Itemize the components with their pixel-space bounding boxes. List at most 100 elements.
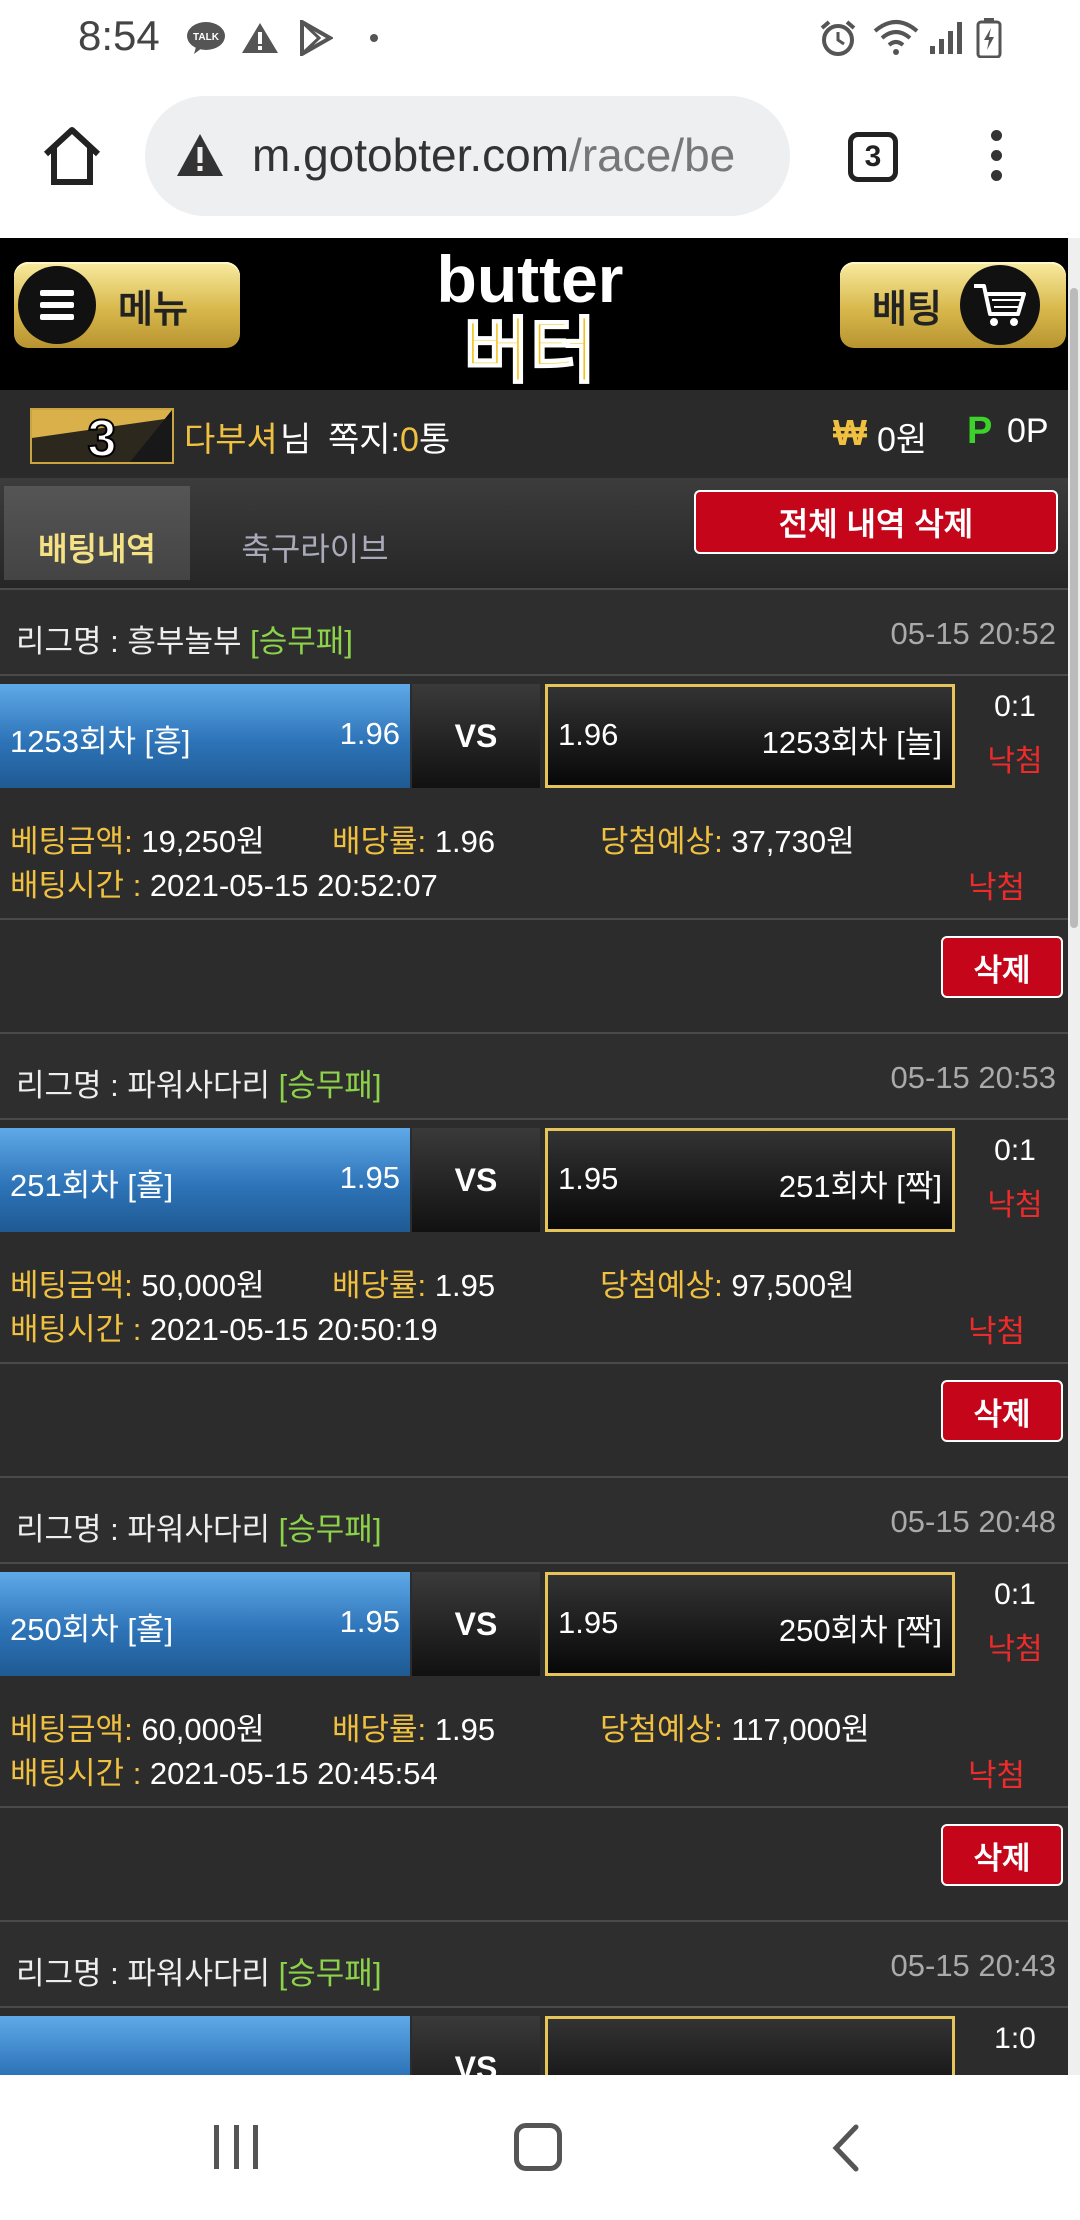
browser-toolbar: m.gotobter.com/race/be 3 <box>0 78 1080 238</box>
site-logo[interactable]: butter 버터 <box>380 242 680 393</box>
bet-time: 배팅시간 : 2021-05-15 20:45:54 <box>10 1748 438 1793</box>
delete-all-button[interactable]: 전체 내역 삭제 <box>694 490 1058 554</box>
bet-expected-label: 당첨예상: <box>600 1712 723 1747</box>
league-title: 파워사다리 <box>127 1068 271 1103</box>
logo-ko: 버터 <box>464 312 596 386</box>
back-icon[interactable] <box>822 2123 872 2173</box>
delete-row: 삭제 <box>0 918 1068 1014</box>
league-prefix: 리그명 : <box>16 1956 128 1991</box>
league-title: 흥부놀부 <box>127 624 242 659</box>
not-secure-warning-icon[interactable] <box>175 132 225 182</box>
level-number: 3 <box>88 410 117 464</box>
away-odds: 1.95 <box>558 1605 619 1640</box>
home-nav-icon[interactable] <box>514 2123 562 2171</box>
menu-button[interactable]: 메뉴 <box>14 262 240 348</box>
bet-rate: 배당률: 1.95 <box>332 1260 495 1305</box>
bet-type-tag: [승무패] <box>278 1512 382 1547</box>
away-pick[interactable]: 1.95 250회차 [짝] <box>545 1572 955 1676</box>
page-scrollbar[interactable] <box>1068 238 1080 2075</box>
home-odds: 1.95 <box>339 1160 400 1195</box>
status-bar: 8:54 TALK <box>0 0 1080 78</box>
point-icon: P <box>967 410 993 452</box>
bet-time-label: 배팅시간 : <box>10 868 150 903</box>
bet-expected-label: 당첨예상: <box>600 1268 723 1303</box>
more-options-icon[interactable] <box>984 130 1008 190</box>
home-pick[interactable]: 251회차 [홀] 1.95 <box>0 1128 410 1232</box>
play-store-icon <box>296 18 336 58</box>
match-row: 251회차 [홀] 1.95 VS 1.95 251회차 [짝] 0:1 낙첨 <box>0 1128 1068 1236</box>
league-date: 05-15 20:52 <box>890 616 1056 651</box>
league-prefix: 리그명 : <box>16 1068 128 1103</box>
bet-expected-value: 37,730원 <box>731 824 855 859</box>
bet-amount-label: 베팅금액: <box>10 824 133 859</box>
bet-rate-label: 배당률: <box>332 1268 427 1303</box>
away-pick[interactable]: 1.96 1253회차 [놀] <box>545 684 955 788</box>
site-header: 메뉴 butter 버터 배팅 <box>0 238 1068 393</box>
tab-soccer-live[interactable]: 축구라이브 <box>205 486 425 580</box>
point-balance: 0P <box>1007 412 1049 450</box>
recent-apps-icon[interactable] <box>214 2125 258 2169</box>
user-name[interactable]: 다부셔 <box>184 412 278 461</box>
league-name: 리그명 : 파워사다리 [승무패] <box>16 1504 381 1549</box>
bet-time-value: 2021-05-15 20:52:07 <box>149 868 438 903</box>
league-name: 리그명 : 흥부놀부 [승무패] <box>16 616 353 661</box>
dot-icon <box>368 18 380 58</box>
bet-rate-value: 1.96 <box>434 824 496 859</box>
match-row: 250회차 [홀] 1.95 VS 1.95 250회차 [짝] 0:1 낙첨 <box>0 1572 1068 1680</box>
url-text: m.gotobter.com/race/be <box>252 128 735 182</box>
delete-button[interactable]: 삭제 <box>941 1824 1063 1886</box>
alarm-icon <box>816 18 860 58</box>
home-pick[interactable] <box>0 2016 410 2075</box>
match-status: 낙첨 <box>987 745 1043 778</box>
bet-rate-value: 1.95 <box>434 1712 496 1747</box>
league-prefix: 리그명 : <box>16 624 128 659</box>
away-name: 251회차 [짝] <box>778 1169 942 1204</box>
home-icon[interactable] <box>36 120 108 192</box>
won-balance: 0원 <box>877 421 928 459</box>
bet-amount-label: 베팅금액: <box>10 1712 133 1747</box>
bet-time-label: 배팅시간 : <box>10 1756 150 1791</box>
home-pick[interactable]: 1253회차 [흥] 1.96 <box>0 684 410 788</box>
bet-rate: 배당률: 1.95 <box>332 1704 495 1749</box>
league-header: 리그명 : 파워사다리 [승무패] 05-15 20:43 <box>0 1920 1068 2008</box>
system-nav-bar <box>0 2075 1080 2220</box>
tab-betting-history[interactable]: 배팅내역 <box>4 486 190 580</box>
score-box: 1:0 <box>965 2016 1065 2075</box>
message-count: 0 <box>400 421 419 459</box>
betting-button-label: 배팅 <box>872 288 942 331</box>
logo-en: butter <box>437 246 624 316</box>
bet-result: 낙첨 <box>968 1758 1026 1793</box>
bet-expected-value: 117,000원 <box>731 1712 870 1747</box>
bet-result: 낙첨 <box>968 1314 1026 1349</box>
tab-switcher-button[interactable]: 3 <box>848 132 898 182</box>
away-pick[interactable] <box>545 2016 955 2075</box>
away-pick[interactable]: 1.95 251회차 [짝] <box>545 1128 955 1232</box>
message-link[interactable]: 쪽지:0통 <box>328 412 450 461</box>
url-domain: m.gotobter.com <box>252 129 570 181</box>
bet-time: 배팅시간 : 2021-05-15 20:52:07 <box>10 860 438 905</box>
delete-button[interactable]: 삭제 <box>941 1380 1063 1442</box>
message-label: 쪽지: <box>328 421 401 459</box>
bet-expected-label: 당첨예상: <box>600 824 723 859</box>
home-pick[interactable]: 250회차 [홀] 1.95 <box>0 1572 410 1676</box>
bet-amount-value: 19,250원 <box>141 824 265 859</box>
away-odds: 1.96 <box>558 717 619 752</box>
bet-type-tag: [승무패] <box>250 624 353 659</box>
league-title: 파워사다리 <box>127 1956 271 1991</box>
address-bar[interactable]: m.gotobter.com/race/be <box>145 96 790 216</box>
bet-time: 배팅시간 : 2021-05-15 20:50:19 <box>10 1304 438 1349</box>
league-header: 리그명 : 파워사다리 [승무패] 05-15 20:48 <box>0 1476 1068 1564</box>
user-info-bar: 3 다부셔 님 쪽지:0통 ₩ 0원 P 0P <box>0 390 1068 478</box>
wifi-icon <box>872 18 920 58</box>
url-path: /race/be <box>569 129 736 181</box>
match-row: VS 1:0 <box>0 2016 1068 2075</box>
delete-button[interactable]: 삭제 <box>941 936 1063 998</box>
level-badge: 3 <box>30 408 174 469</box>
home-name: 1253회차 [흥] <box>10 724 191 759</box>
match-score: 0:1 <box>994 1578 1036 1611</box>
match-row: 1253회차 [흥] 1.96 VS 1.96 1253회차 [놀] 0:1 낙첨 <box>0 684 1068 792</box>
betting-button[interactable]: 배팅 <box>840 262 1066 348</box>
league-date: 05-15 20:48 <box>890 1504 1056 1539</box>
vs-label: VS <box>412 1128 540 1232</box>
league-header: 리그명 : 흥부놀부 [승무패] 05-15 20:52 <box>0 588 1068 676</box>
